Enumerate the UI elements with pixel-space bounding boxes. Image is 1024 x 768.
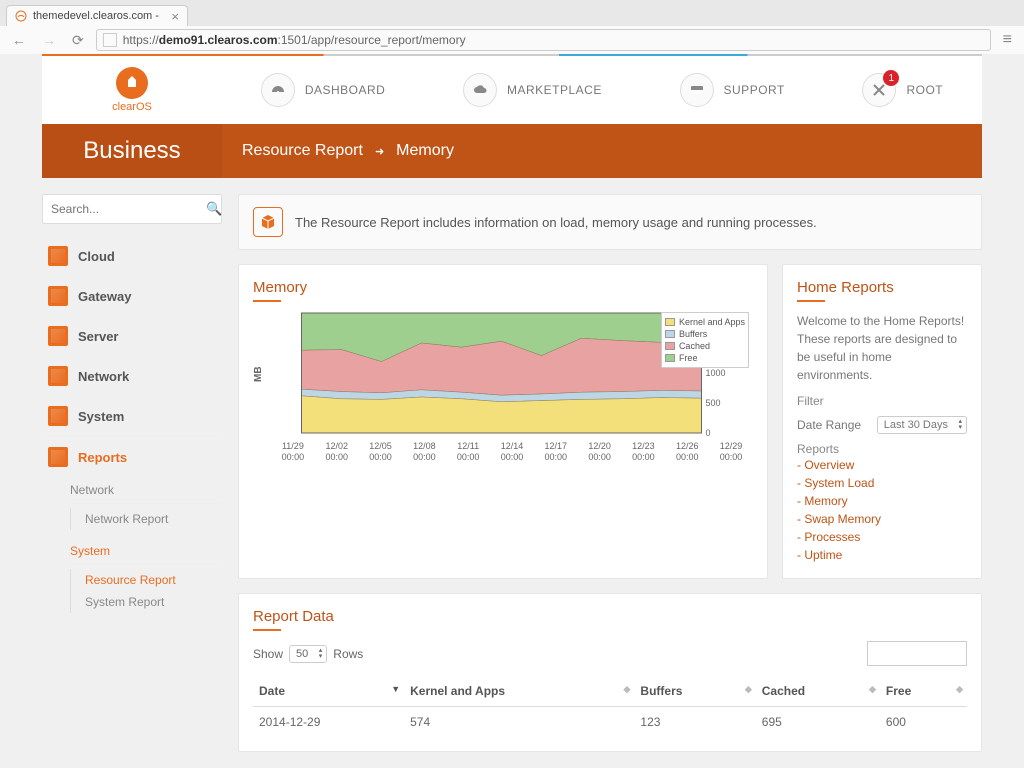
search-box[interactable]: 🔍 — [42, 194, 222, 224]
memory-chart-panel: Memory MB 050010001500 Kernel and AppsBu… — [238, 264, 768, 579]
column-header[interactable]: Free◆ — [880, 676, 967, 707]
inbox-icon — [680, 73, 714, 107]
settings-icon: 1 — [862, 73, 896, 107]
date-range-select[interactable]: Last 30 Days — [877, 416, 967, 434]
logo-text: clearOS — [112, 101, 152, 113]
crumb-item[interactable]: Resource Report — [242, 142, 363, 160]
search-input[interactable] — [51, 202, 206, 216]
nav-root[interactable]: 1 ROOT — [862, 73, 943, 107]
menu-icon[interactable]: ≡ — [999, 31, 1016, 49]
nav-label: DASHBOARD — [305, 83, 386, 97]
reports-label: Reports — [797, 442, 967, 456]
section-header: Business Resource Report ➜ Memory — [42, 124, 982, 178]
sidebar-item-label: System — [78, 409, 124, 424]
svg-text:500: 500 — [706, 398, 721, 408]
cube-icon — [48, 286, 68, 306]
nav-label: SUPPORT — [724, 83, 785, 97]
browser-tab[interactable]: themedevel.clearos.com - × — [6, 5, 188, 26]
column-header[interactable]: Cached◆ — [756, 676, 880, 707]
report-link[interactable]: - Uptime — [797, 546, 967, 564]
info-text: The Resource Report includes information… — [295, 215, 817, 230]
forward-icon[interactable]: → — [38, 32, 60, 48]
cube-icon — [48, 366, 68, 386]
panel-title: Home Reports — [797, 279, 967, 302]
sidebar-item-server[interactable]: Server — [42, 316, 222, 356]
browser-chrome: themedevel.clearos.com - × ← → ⟳ https:/… — [0, 0, 1024, 54]
subtree-resource-report[interactable]: Resource Report — [70, 569, 222, 591]
app-logo[interactable]: clearOS — [42, 67, 222, 113]
home-reports-panel: Home Reports Welcome to the Home Reports… — [782, 264, 982, 579]
search-icon[interactable]: 🔍 — [206, 201, 222, 217]
sidebar-item-label: Reports — [78, 450, 127, 465]
welcome-text: Welcome to the Home Reports! These repor… — [797, 312, 967, 384]
date-range-label: Date Range — [797, 418, 861, 432]
subtree-system-head[interactable]: System — [70, 538, 222, 565]
reload-icon[interactable]: ⟳ — [68, 32, 88, 49]
page-icon — [103, 33, 117, 47]
crumb-item: Memory — [396, 142, 454, 160]
logo-mark-icon — [116, 67, 148, 99]
panel-title: Report Data — [253, 608, 967, 631]
rows-label: Rows — [333, 647, 363, 661]
y-axis-label: MB — [253, 308, 264, 441]
nav-marketplace[interactable]: MARKETPLACE — [463, 73, 602, 107]
notification-badge: 1 — [883, 70, 899, 86]
breadcrumb: Resource Report ➜ Memory — [222, 142, 454, 160]
favicon-icon — [15, 10, 27, 22]
report-link[interactable]: - Memory — [797, 492, 967, 510]
address-bar[interactable]: https://demo91.clearos.com:1501/app/reso… — [96, 29, 991, 51]
show-label: Show — [253, 647, 283, 661]
nav-dashboard[interactable]: DASHBOARD — [261, 73, 386, 107]
nav-support[interactable]: SUPPORT — [680, 73, 785, 107]
section-title: Business — [42, 124, 222, 178]
sidebar-item-label: Gateway — [78, 289, 131, 304]
page-size-select[interactable]: 50 — [289, 645, 327, 663]
column-header[interactable]: Buffers◆ — [634, 676, 755, 707]
cube-icon — [48, 246, 68, 266]
sidebar-item-gateway[interactable]: Gateway — [42, 276, 222, 316]
subtree-network-head[interactable]: Network — [70, 477, 222, 504]
table-search-input[interactable] — [867, 641, 967, 666]
subtree-network-report[interactable]: Network Report — [70, 508, 222, 530]
tab-title: themedevel.clearos.com - — [33, 10, 159, 22]
filter-label: Filter — [797, 394, 967, 408]
sidebar-item-label: Cloud — [78, 249, 115, 264]
back-icon[interactable]: ← — [8, 32, 30, 48]
cube-icon — [48, 326, 68, 346]
close-tab-icon[interactable]: × — [171, 9, 179, 24]
nav-label: ROOT — [906, 83, 943, 97]
package-icon — [253, 207, 283, 237]
sidebar: 🔍 Cloud Gateway Server Network System Reports… — [42, 194, 222, 752]
chevron-right-icon: ➜ — [375, 145, 384, 158]
cube-icon — [48, 447, 68, 467]
svg-text:1000: 1000 — [706, 368, 726, 378]
sidebar-item-label: Server — [78, 329, 118, 344]
sidebar-item-cloud[interactable]: Cloud — [42, 236, 222, 276]
url-text: https://demo91.clearos.com:1501/app/reso… — [123, 33, 466, 47]
sidebar-item-system[interactable]: System — [42, 396, 222, 436]
panel-title: Memory — [253, 279, 753, 302]
app-topbar: clearOS DASHBOARD MARKETPLACE SUPPORT 1 … — [42, 54, 982, 124]
sidebar-item-network[interactable]: Network — [42, 356, 222, 396]
column-header[interactable]: Kernel and Apps◆ — [404, 676, 634, 707]
report-link[interactable]: - Overview — [797, 456, 967, 474]
chart-legend: Kernel and AppsBuffersCachedFree — [661, 312, 749, 368]
report-link[interactable]: - Processes — [797, 528, 967, 546]
cloud-icon — [463, 73, 497, 107]
report-link[interactable]: - Swap Memory — [797, 510, 967, 528]
svg-text:0: 0 — [706, 428, 711, 438]
subtree-system-report[interactable]: System Report — [70, 591, 222, 613]
report-data-panel: Report Data Show 50 Rows Date▼Kernel and… — [238, 593, 982, 752]
sidebar-item-reports[interactable]: Reports — [42, 436, 222, 477]
cube-icon — [48, 406, 68, 426]
info-banner: The Resource Report includes information… — [238, 194, 982, 250]
x-axis-labels: 11/2900:0012/0200:0012/0500:0012/0800:00… — [271, 441, 753, 463]
table-row: 2014-12-29574123695600 — [253, 707, 967, 738]
column-header[interactable]: Date▼ — [253, 676, 404, 707]
dashboard-icon — [261, 73, 295, 107]
nav-label: MARKETPLACE — [507, 83, 602, 97]
sidebar-item-label: Network — [78, 369, 129, 384]
report-link[interactable]: - System Load — [797, 474, 967, 492]
report-table: Date▼Kernel and Apps◆Buffers◆Cached◆Free… — [253, 676, 967, 737]
